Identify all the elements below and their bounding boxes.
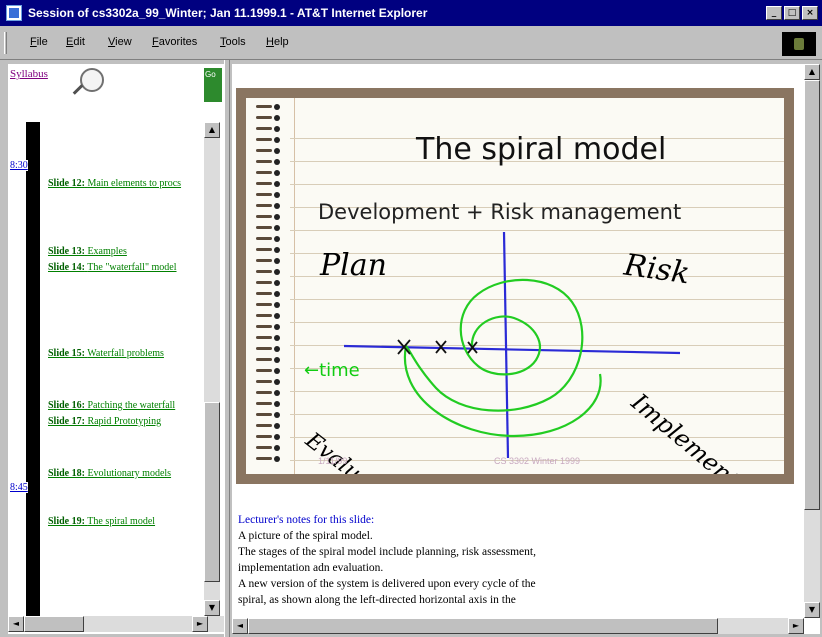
- right-scroll-left-button[interactable]: ◄: [232, 618, 248, 634]
- slide-content-frame: The spiral model Development + Risk mana…: [232, 64, 820, 634]
- right-scroll-up-button[interactable]: ▲: [804, 64, 820, 80]
- go-tab[interactable]: Go: [204, 68, 222, 102]
- slide-title: The spiral model: [416, 132, 667, 167]
- window-title: Session of cs3302a_99_Winter; Jan 11.199…: [28, 6, 428, 20]
- slide-link-13[interactable]: Slide 13: Examples: [48, 246, 127, 257]
- menu-edit[interactable]: Edit: [66, 36, 85, 48]
- lecturer-notes: Lecturer's notes for this slide: A pictu…: [238, 512, 658, 608]
- menu-help[interactable]: Help: [266, 36, 289, 48]
- slide-link-19[interactable]: Slide 19: The spiral model: [48, 516, 155, 527]
- time-mark-845[interactable]: 8:45: [10, 482, 28, 493]
- spiral-tail: [403, 345, 602, 438]
- notes-line: spiral, as shown along the left-directed…: [238, 594, 516, 606]
- left-scroll-thumb[interactable]: [204, 402, 220, 582]
- notes-line: implementation adn evaluation.: [238, 562, 384, 574]
- time-mark-830[interactable]: 8:30: [10, 160, 28, 171]
- right-scroll-right-button[interactable]: ►: [788, 618, 804, 634]
- left-scroll-left-button[interactable]: ◄: [8, 616, 24, 632]
- frame-divider[interactable]: [224, 60, 230, 637]
- slide-date: 1/11/99: [318, 456, 348, 466]
- notes-line: The stages of the spiral model include p…: [238, 546, 536, 558]
- notes-heading: Lecturer's notes for this slide:: [238, 514, 375, 526]
- notes-line: A new version of the system is delivered…: [238, 578, 536, 590]
- horizontal-axis: [343, 344, 681, 355]
- search-icon[interactable]: [70, 68, 106, 98]
- maximize-button[interactable]: □: [784, 6, 800, 20]
- left-scroll-up-button[interactable]: ▲: [204, 122, 220, 138]
- menu-file[interactable]: File: [30, 36, 48, 48]
- slide-link-12[interactable]: Slide 12: Main elements to procs: [48, 178, 181, 189]
- browser-icon: [6, 5, 22, 21]
- slide-subtitle: Development + Risk management: [318, 200, 682, 224]
- slide-link-15[interactable]: Slide 15: Waterfall problems: [48, 348, 164, 359]
- vertical-axis: [502, 231, 510, 459]
- timeline-bar: [26, 122, 40, 616]
- time-label: ←time: [304, 360, 360, 381]
- slide-index-frame: Syllabus Go 8:30 8:45 Slide 12: Main ele…: [8, 64, 224, 634]
- right-horizontal-scrollbar[interactable]: ◄ ►: [232, 618, 804, 634]
- left-vertical-scrollbar[interactable]: ▲ ▼: [204, 122, 220, 616]
- title-bar: Session of cs3302a_99_Winter; Jan 11.199…: [0, 0, 822, 26]
- right-vertical-scrollbar[interactable]: ▲ ▼: [804, 64, 820, 618]
- left-scroll-down-button[interactable]: ▼: [204, 600, 220, 616]
- slide-image: The spiral model Development + Risk mana…: [246, 98, 784, 474]
- right-hscroll-thumb[interactable]: [248, 618, 718, 634]
- left-scroll-right-button[interactable]: ►: [192, 616, 208, 632]
- right-scroll-down-button[interactable]: ▼: [804, 602, 820, 618]
- left-hscroll-thumb[interactable]: [24, 616, 84, 632]
- slide-board: The spiral model Development + Risk mana…: [236, 88, 794, 484]
- minimize-button[interactable]: _: [766, 6, 782, 20]
- notes-line: A picture of the spiral model.: [238, 530, 373, 542]
- menu-favorites[interactable]: Favorites: [152, 36, 197, 48]
- close-button[interactable]: ×: [802, 6, 818, 20]
- slide-link-18[interactable]: Slide 18: Evolutionary models: [48, 468, 171, 479]
- slide-link-17[interactable]: Slide 17: Rapid Prototyping: [48, 416, 161, 427]
- menu-view[interactable]: View: [108, 36, 132, 48]
- left-horizontal-scrollbar[interactable]: ◄ ►: [8, 616, 224, 632]
- slide-footer: CS 3302 Winter 1999: [494, 456, 581, 466]
- menu-tools[interactable]: Tools: [220, 36, 246, 48]
- menu-grip: [4, 32, 7, 54]
- menu-bar: File Edit View Favorites Tools Help: [0, 26, 822, 60]
- slide-link-14[interactable]: Slide 14: The "waterfall" model: [48, 262, 177, 273]
- slide-link-16[interactable]: Slide 16: Patching the waterfall: [48, 400, 175, 411]
- spiral-curve: [405, 278, 584, 412]
- plan-label: Plan: [320, 248, 387, 283]
- ie-logo-icon: [782, 32, 816, 56]
- right-scroll-thumb[interactable]: [804, 80, 820, 510]
- syllabus-link[interactable]: Syllabus: [10, 68, 48, 80]
